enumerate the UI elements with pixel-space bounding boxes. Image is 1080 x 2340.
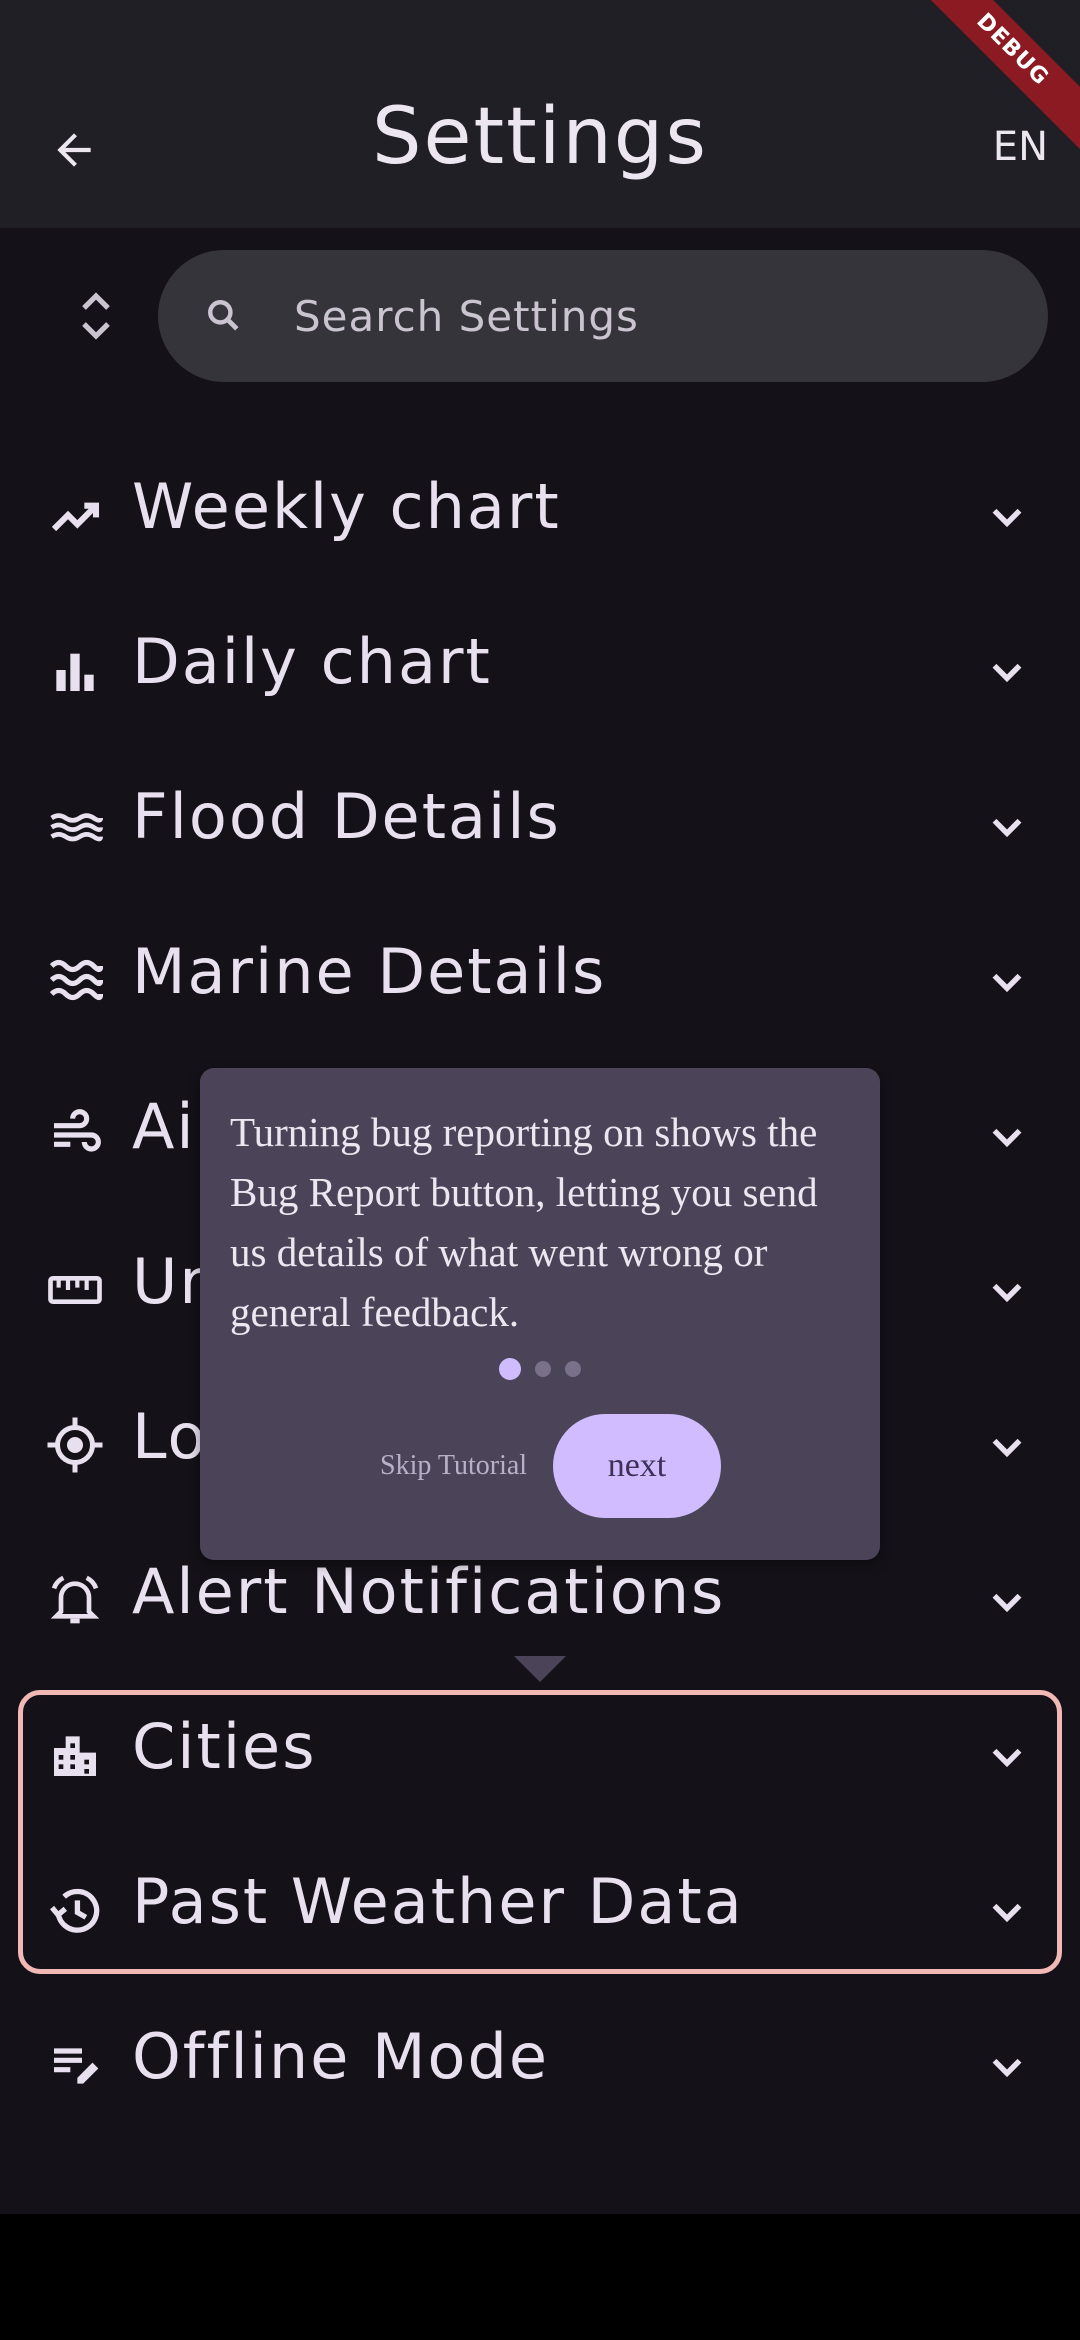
- section-label: Offline Mode: [132, 2020, 549, 2093]
- step-dot: [535, 1361, 551, 1377]
- ruler-icon: [40, 1255, 110, 1325]
- section-label: Weekly chart: [132, 470, 561, 543]
- flood-waves-icon: [40, 790, 110, 860]
- section-label: Daily chart: [132, 625, 492, 698]
- tutorial-text: Turning bug reporting on shows the Bug R…: [230, 1109, 818, 1335]
- chevron-down-icon: [992, 818, 1022, 838]
- air-wind-icon: [40, 1100, 110, 1170]
- step-indicator: [200, 1358, 880, 1380]
- language-button[interactable]: EN: [993, 124, 1048, 170]
- skip-tutorial-button[interactable]: Skip Tutorial: [380, 1450, 527, 1482]
- system-navigation-bar: [0, 2214, 1080, 2340]
- chevron-down-icon: [992, 2058, 1022, 2078]
- chevron-down-icon: [992, 1438, 1022, 1458]
- chevron-down-icon: [992, 508, 1022, 528]
- chevron-down-icon: [992, 1283, 1022, 1303]
- unfold-icon: [82, 292, 110, 340]
- section-label: Alert Notifications: [132, 1555, 726, 1628]
- search-input[interactable]: [294, 276, 994, 356]
- expand-collapse-button[interactable]: [66, 276, 126, 356]
- section-flood-details[interactable]: Flood Details: [0, 750, 1080, 900]
- step-dot: [565, 1361, 581, 1377]
- section-marine-details[interactable]: Marine Details: [0, 905, 1080, 1055]
- tutorial-tooltip: Turning bug reporting on shows the Bug R…: [200, 1068, 880, 1560]
- section-label: Marine Details: [132, 935, 607, 1008]
- tutorial-highlight: [18, 1690, 1062, 1974]
- section-label: Flood Details: [132, 780, 561, 853]
- chevron-down-icon: [992, 1128, 1022, 1148]
- app-bar: Settings EN DEBUG: [0, 0, 1080, 228]
- section-label: Lo: [132, 1400, 208, 1473]
- marine-waves-icon: [40, 945, 110, 1015]
- settings-screen: Settings EN DEBUG Weekly chart Daily cha…: [0, 0, 1080, 2214]
- alarm-bell-icon: [40, 1565, 110, 1635]
- chevron-down-icon: [992, 663, 1022, 683]
- section-label: Ur: [132, 1245, 207, 1318]
- search-icon: [208, 300, 239, 331]
- section-daily-chart[interactable]: Daily chart: [0, 595, 1080, 745]
- next-button[interactable]: next: [553, 1414, 721, 1518]
- search-bar[interactable]: [158, 250, 1048, 382]
- section-offline-mode[interactable]: Offline Mode: [0, 1990, 1080, 2140]
- page-title: Settings: [372, 92, 708, 182]
- step-dot-active: [499, 1358, 521, 1380]
- chevron-down-icon: [992, 973, 1022, 993]
- bar-chart-icon: [40, 635, 110, 705]
- tooltip-pointer: [514, 1656, 566, 1682]
- chevron-down-icon: [992, 1593, 1022, 1613]
- section-weekly-chart[interactable]: Weekly chart: [0, 440, 1080, 590]
- section-label: Ai: [132, 1090, 196, 1163]
- trending-up-icon: [40, 480, 110, 550]
- location-target-icon: [40, 1410, 110, 1480]
- edit-list-icon: [40, 2030, 110, 2100]
